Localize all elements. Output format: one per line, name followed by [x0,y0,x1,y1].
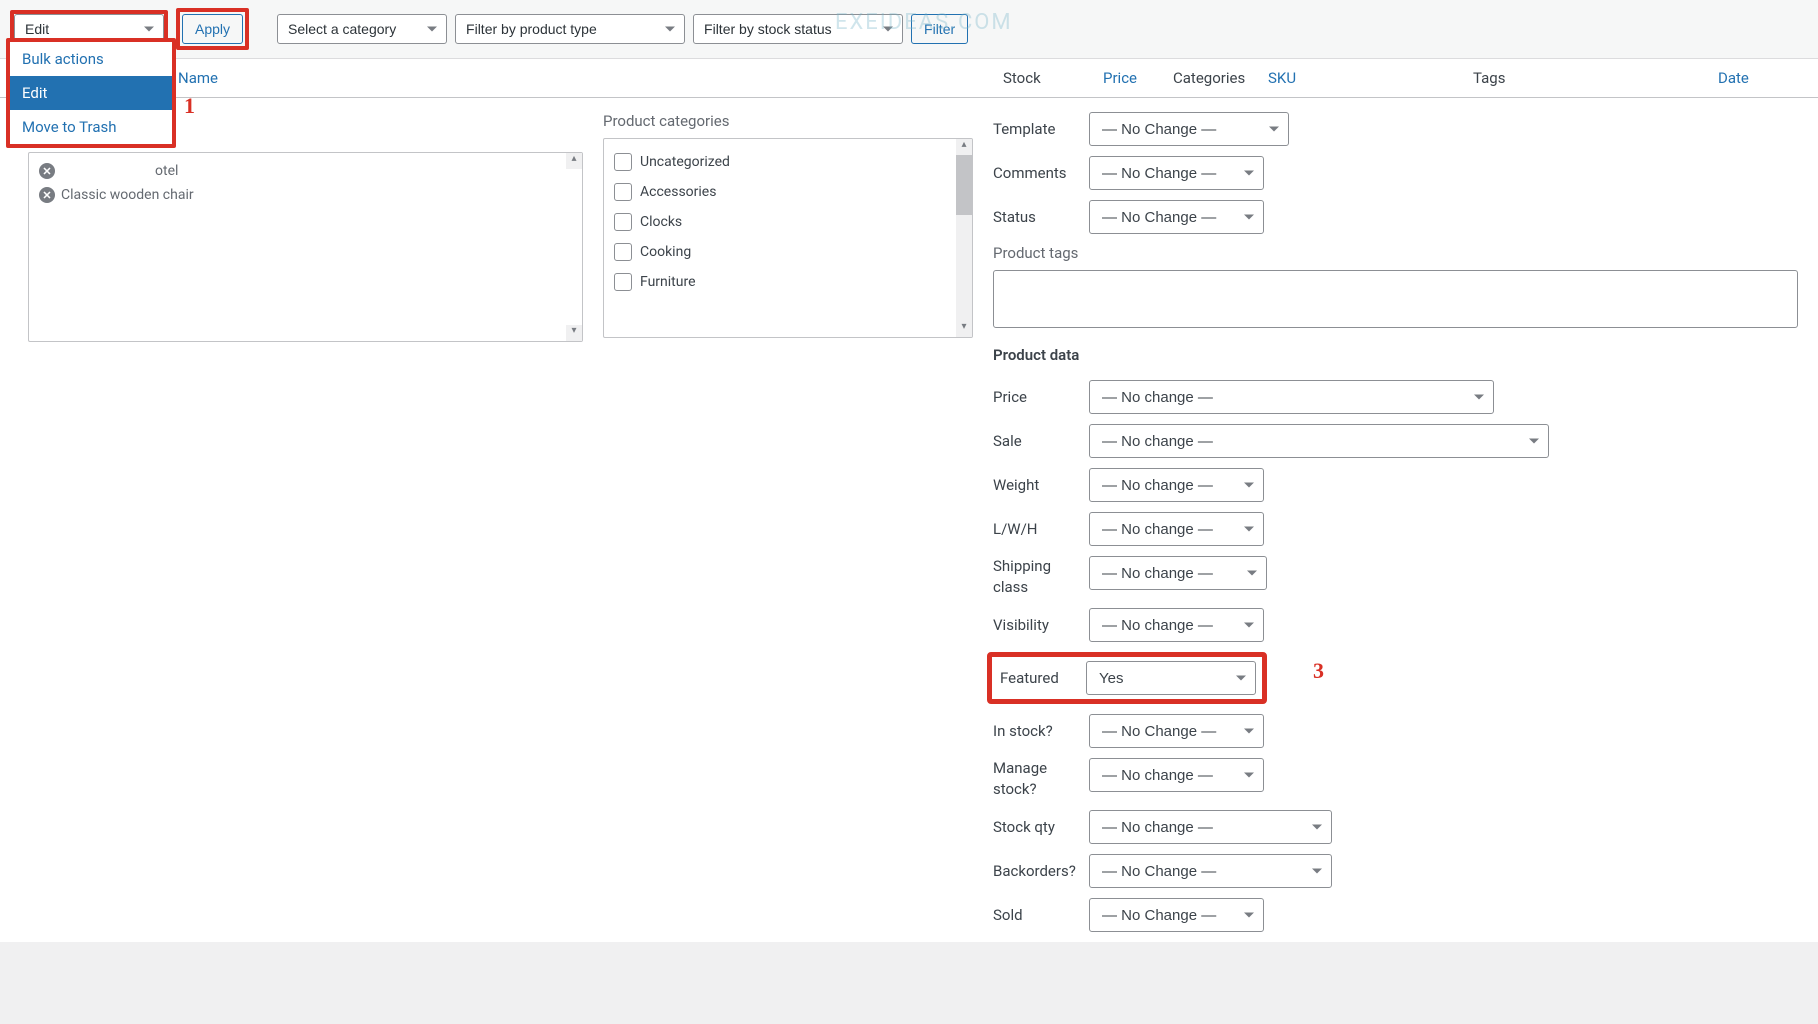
category-row[interactable]: Accessories [612,177,964,207]
status-select[interactable]: — No Change — [1089,200,1264,234]
stock-qty-select[interactable]: — No change — [1089,810,1332,844]
annotation-one: 1 [184,93,195,119]
category-row[interactable]: Furniture [612,267,964,297]
comments-label: Comments [993,164,1075,182]
scroll-up-icon[interactable]: ▴ [956,139,972,155]
shipping-class-label: Shipping class [993,556,1075,598]
comments-select[interactable]: — No Change — [1089,156,1264,190]
category-filter-select[interactable]: Select a category [277,14,447,44]
col-tags: Tags [1465,69,1513,87]
categories-list: Uncategorized Accessories Clocks Cooking… [603,138,973,338]
manage-stock-label: Manage stock? [993,758,1075,800]
product-tags-input[interactable] [993,270,1798,328]
col-stock: Stock [995,69,1049,87]
col-name[interactable]: Name [170,69,226,87]
annotation-three: 3 [1313,658,1324,684]
scroll-up-icon[interactable]: ▴ [566,153,582,169]
checkbox[interactable] [614,213,632,231]
product-type-filter-select[interactable]: Filter by product type [455,14,685,44]
col-categories: Categories [1165,69,1253,87]
dropdown-bulk-actions[interactable]: Bulk actions [10,42,172,76]
stock-qty-label: Stock qty [993,818,1075,836]
remove-icon[interactable]: ✕ [39,187,55,203]
weight-label: Weight [993,476,1075,494]
scrollbar-thumb[interactable] [956,155,972,215]
scroll-down-icon[interactable]: ▾ [566,325,582,341]
scroll-down-icon[interactable]: ▾ [956,321,972,337]
checkbox[interactable] [614,243,632,261]
weight-select[interactable]: — No change — [1089,468,1264,502]
visibility-label: Visibility [993,616,1075,634]
shipping-class-select[interactable]: — No change — [1089,556,1267,590]
price-select[interactable]: — No change — [1089,380,1494,414]
product-categories-label: Product categories [603,112,973,130]
status-label: Status [993,208,1075,226]
featured-label: Featured [994,669,1072,687]
checkbox[interactable] [614,183,632,201]
sale-label: Sale [993,432,1075,450]
backorders-label: Backorders? [993,862,1075,880]
apply-button[interactable]: Apply [182,14,243,44]
dropdown-edit[interactable]: Edit [10,76,172,110]
instock-select[interactable]: — No Change — [1089,714,1264,748]
product-name: otel [155,163,178,179]
col-price[interactable]: Price [1095,69,1145,87]
checkbox[interactable] [614,153,632,171]
visibility-select[interactable]: — No change — [1089,608,1264,642]
product-data-heading: Product data [993,346,1798,364]
bulk-actions-dropdown: Bulk actions Edit Move to Trash [6,38,176,148]
template-label: Template [993,120,1075,138]
filter-button[interactable]: Filter [911,14,968,44]
col-sku[interactable]: SKU [1260,69,1304,87]
list-item: ✕ otel [37,159,574,183]
backorders-select[interactable]: — No Change — [1089,854,1332,888]
product-tags-label: Product tags [993,244,1798,262]
product-name: Classic wooden chair [61,187,194,203]
remove-icon[interactable]: ✕ [39,163,55,179]
manage-stock-select[interactable]: — No change — [1089,758,1264,792]
dropdown-move-to-trash[interactable]: Move to Trash [10,110,172,144]
template-select[interactable]: — No Change — [1089,112,1289,146]
category-row[interactable]: Cooking [612,237,964,267]
checkbox[interactable] [614,273,632,291]
stock-status-filter-select[interactable]: Filter by stock status [693,14,903,44]
col-date[interactable]: Date [1710,69,1757,87]
sale-select[interactable]: — No change — [1089,424,1549,458]
instock-label: In stock? [993,722,1075,740]
category-row[interactable]: Uncategorized [612,147,964,177]
price-label: Price [993,388,1075,406]
lwh-label: L/W/H [993,520,1075,538]
selected-products-list: ▴ ✕ otel ✕ Classic wooden chair ▾ [28,152,583,342]
sold-select[interactable]: — No Change — [1089,898,1264,932]
sold-label: Sold [993,906,1075,924]
featured-select[interactable]: Yes [1086,661,1256,695]
lwh-select[interactable]: — No change — [1089,512,1264,546]
list-item: ✕ Classic wooden chair [37,183,574,207]
category-row[interactable]: Clocks [612,207,964,237]
